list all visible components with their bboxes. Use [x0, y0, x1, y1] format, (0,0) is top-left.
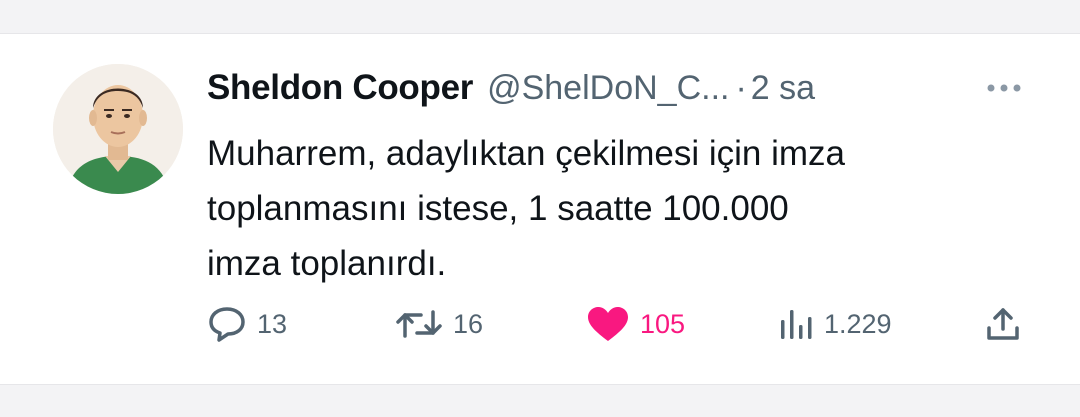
author-handle[interactable]: @ShelDoN_C... [487, 69, 729, 108]
avatar[interactable] [53, 64, 183, 194]
reply-button[interactable]: 13 [207, 304, 287, 344]
ellipsis-icon [987, 84, 1021, 92]
speech-bubble-icon [209, 307, 245, 342]
reply-count: 13 [257, 308, 288, 339]
more-options-button[interactable] [984, 76, 1024, 100]
retweet-button[interactable]: 16 [395, 304, 483, 344]
retweet-count: 16 [453, 308, 484, 339]
avatar-image [53, 64, 183, 194]
tweet-text: Muharrem, adaylıktan çekilmesi için imza… [207, 126, 1047, 291]
tweet-text-line: Muharrem, adaylıktan çekilmesi için imza [207, 134, 845, 173]
retweet-arrows-icon [396, 310, 442, 338]
tweet-text-line: toplanmasını istese, 1 saatte 100.000 [207, 189, 789, 228]
bar-chart-icon [781, 310, 812, 339]
author-name[interactable]: Sheldon Cooper [207, 68, 473, 108]
separator-dot: · [735, 68, 747, 107]
upload-arrow-icon [987, 308, 1019, 340]
like-button[interactable]: 105 [586, 304, 685, 344]
timestamp[interactable]: 2 sa [751, 69, 815, 108]
heart-filled-icon [588, 307, 628, 341]
views-button[interactable]: 1.229 [778, 304, 892, 344]
tweet-text-line: imza toplanırdı. [207, 244, 447, 283]
share-button[interactable] [985, 304, 1021, 344]
like-count: 105 [640, 308, 686, 339]
views-count: 1.229 [824, 308, 892, 339]
tweet-header: Sheldon Cooper @ShelDoN_C... · 2 sa [207, 64, 815, 112]
tweet-card[interactable]: Sheldon Cooper @ShelDoN_C... · 2 sa Muha… [0, 33, 1080, 385]
